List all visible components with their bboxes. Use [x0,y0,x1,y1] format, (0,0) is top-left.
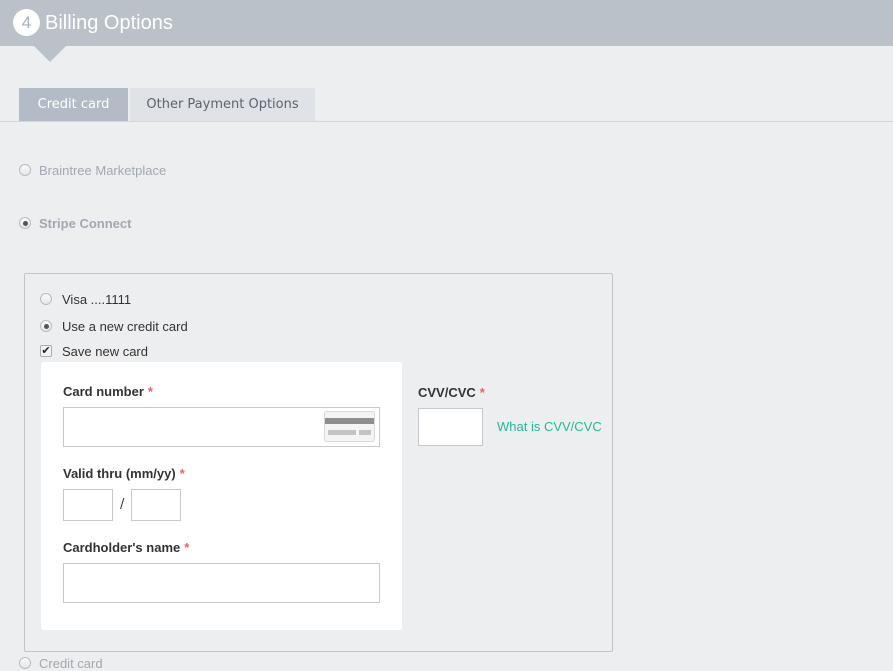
tab-credit-card[interactable]: Credit card [19,88,128,121]
step-number-badge: 4 [13,9,40,36]
required-marker: * [184,540,190,555]
card-number-label-text: Card number [63,384,144,399]
cardholder-name-input[interactable] [63,563,380,603]
stripe-connect-label[interactable]: Stripe Connect [39,216,131,231]
checkmark-icon: ✔ [41,344,51,357]
next-gateway-label[interactable]: Credit card [39,656,103,671]
new-card-radio[interactable] [40,320,52,332]
date-separator: / [120,497,125,512]
braintree-label[interactable]: Braintree Marketplace [39,163,166,178]
braintree-radio[interactable] [19,164,31,176]
cvv-label-text: CVV/CVC [418,385,476,400]
cardholder-label: Cardholder's name * [63,540,189,555]
required-marker: * [147,384,153,399]
saved-card-radio[interactable] [40,293,52,305]
cvv-input[interactable] [418,408,483,446]
card-number-label: Card number * [63,384,153,399]
saved-card-label[interactable]: Visa ....1111 [62,292,131,307]
valid-thru-label-text: Valid thru (mm/yy) [63,466,176,481]
valid-thru-label: Valid thru (mm/yy) * [63,466,185,481]
new-card-label[interactable]: Use a new credit card [62,319,188,334]
credit-card-icon [324,411,375,442]
cvv-help-link[interactable]: What is CVV/CVC [497,419,602,434]
cardholder-label-text: Cardholder's name [63,540,181,555]
card-number-input[interactable] [63,407,380,447]
save-card-label[interactable]: Save new card [62,344,148,359]
header-pointer-arrow [34,46,66,62]
save-card-checkbox[interactable]: ✔ [40,345,52,357]
cvv-label: CVV/CVC * [418,385,485,400]
payment-tabs: Credit card Other Payment Options [0,88,893,122]
tab-other-payment-options[interactable]: Other Payment Options [130,88,315,121]
next-gateway-radio[interactable] [19,657,31,669]
section-title: Billing Options [45,12,173,34]
required-marker: * [179,466,185,481]
expiry-month-input[interactable] [63,489,113,521]
required-marker: * [479,385,485,400]
expiry-year-input[interactable] [131,489,181,521]
section-header: 4 Billing Options [0,0,893,46]
stripe-connect-radio[interactable] [19,217,31,229]
